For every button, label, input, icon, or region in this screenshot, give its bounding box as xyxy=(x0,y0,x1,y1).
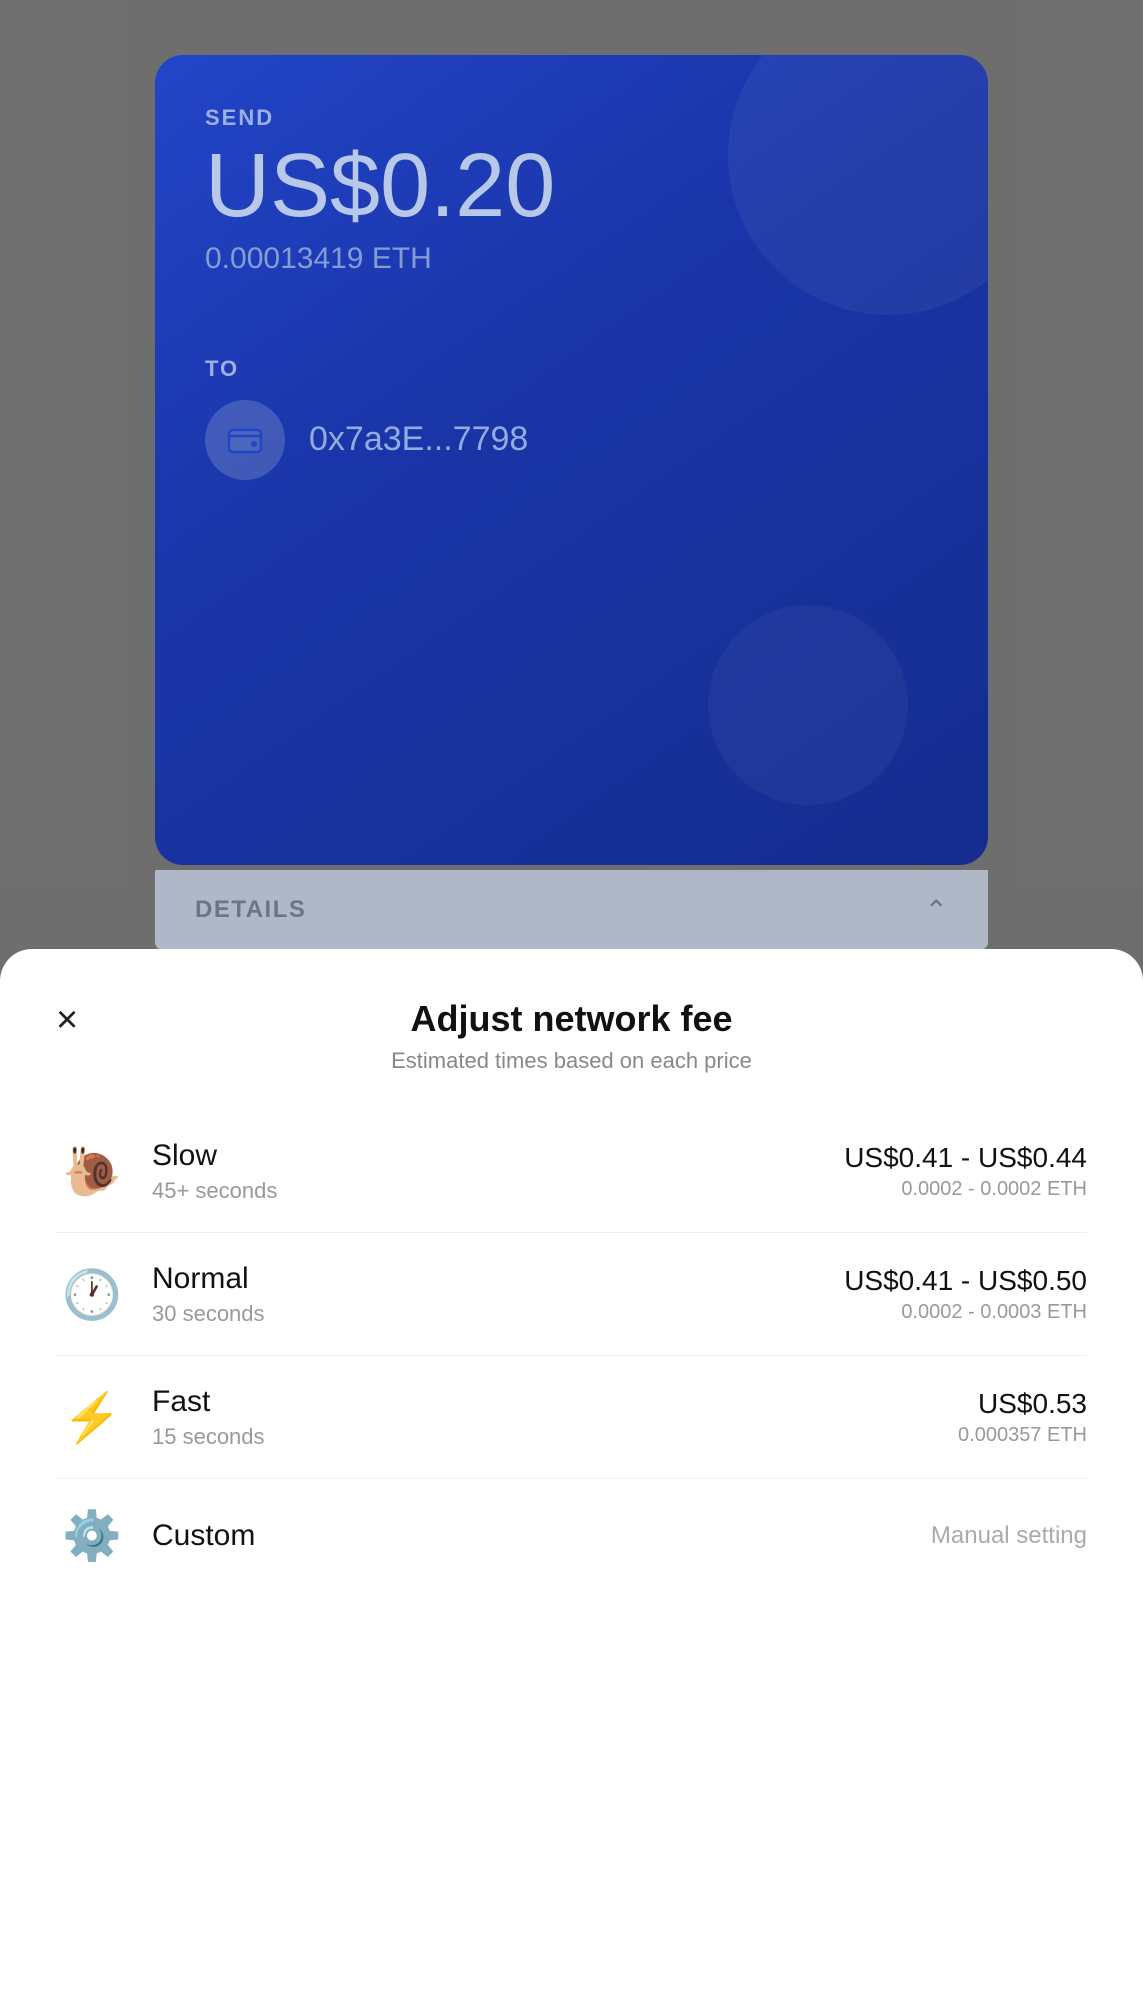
sheet-subtitle: Estimated times based on each price xyxy=(56,1048,1087,1074)
normal-name: Normal xyxy=(152,1261,844,1297)
bottom-sheet: × Adjust network fee Estimated times bas… xyxy=(0,949,1143,1999)
fee-option-fast[interactable]: ⚡ Fast 15 seconds US$0.53 0.000357 ETH xyxy=(56,1356,1087,1479)
wallet-icon xyxy=(226,421,264,459)
normal-usd: US$0.41 - US$0.50 xyxy=(844,1264,1087,1298)
fast-info: Fast 15 seconds xyxy=(152,1384,958,1450)
fast-eth: 0.000357 ETH xyxy=(958,1424,1087,1447)
to-label: TO xyxy=(205,356,938,382)
slow-usd: US$0.41 - US$0.44 xyxy=(844,1141,1087,1175)
custom-info: Custom xyxy=(152,1518,931,1554)
fast-time: 15 seconds xyxy=(152,1424,958,1450)
fast-price: US$0.53 0.000357 ETH xyxy=(958,1387,1087,1448)
custom-manual: Manual setting xyxy=(931,1522,1087,1550)
fast-icon: ⚡ xyxy=(56,1389,128,1446)
slow-price: US$0.41 - US$0.44 0.0002 - 0.0002 ETH xyxy=(844,1141,1087,1202)
custom-icon: ⚙️ xyxy=(56,1507,128,1564)
send-card: SEND US$0.20 0.00013419 ETH TO 0x7a3E...… xyxy=(155,55,988,865)
close-button[interactable]: × xyxy=(56,1001,78,1039)
normal-icon: 🕐 xyxy=(56,1266,128,1323)
normal-time: 30 seconds xyxy=(152,1301,844,1327)
sheet-header: × Adjust network fee Estimated times bas… xyxy=(56,997,1087,1074)
to-address: 0x7a3E...7798 xyxy=(309,420,528,459)
wallet-icon-circle xyxy=(205,400,285,480)
to-address-row: 0x7a3E...7798 xyxy=(205,400,938,480)
normal-eth: 0.0002 - 0.0003 ETH xyxy=(844,1301,1087,1324)
slow-name: Slow xyxy=(152,1138,844,1174)
slow-time: 45+ seconds xyxy=(152,1178,844,1204)
sheet-title-area: Adjust network fee Estimated times based… xyxy=(56,997,1087,1074)
fast-usd: US$0.53 xyxy=(958,1387,1087,1421)
normal-info: Normal 30 seconds xyxy=(152,1261,844,1327)
fee-option-custom[interactable]: ⚙️ Custom Manual setting xyxy=(56,1479,1087,1592)
normal-price: US$0.41 - US$0.50 0.0002 - 0.0003 ETH xyxy=(844,1264,1087,1325)
fee-options-list: 🐌 Slow 45+ seconds US$0.41 - US$0.44 0.0… xyxy=(56,1110,1087,1592)
send-label: SEND xyxy=(205,105,938,131)
sheet-title: Adjust network fee xyxy=(56,997,1087,1040)
slow-info: Slow 45+ seconds xyxy=(152,1138,844,1204)
details-bar[interactable]: DETAILS ⌃ xyxy=(155,870,988,950)
fee-option-slow[interactable]: 🐌 Slow 45+ seconds US$0.41 - US$0.44 0.0… xyxy=(56,1110,1087,1233)
fast-name: Fast xyxy=(152,1384,958,1420)
slow-icon: 🐌 xyxy=(56,1143,128,1200)
custom-price: Manual setting xyxy=(931,1522,1087,1550)
custom-name: Custom xyxy=(152,1518,931,1554)
fee-option-normal[interactable]: 🕐 Normal 30 seconds US$0.41 - US$0.50 0.… xyxy=(56,1233,1087,1356)
send-amount-usd: US$0.20 xyxy=(205,139,938,234)
slow-eth: 0.0002 - 0.0002 ETH xyxy=(844,1178,1087,1201)
chevron-up-icon: ⌃ xyxy=(925,894,948,927)
details-label: DETAILS xyxy=(195,896,306,924)
send-amount-eth: 0.00013419 ETH xyxy=(205,242,938,276)
